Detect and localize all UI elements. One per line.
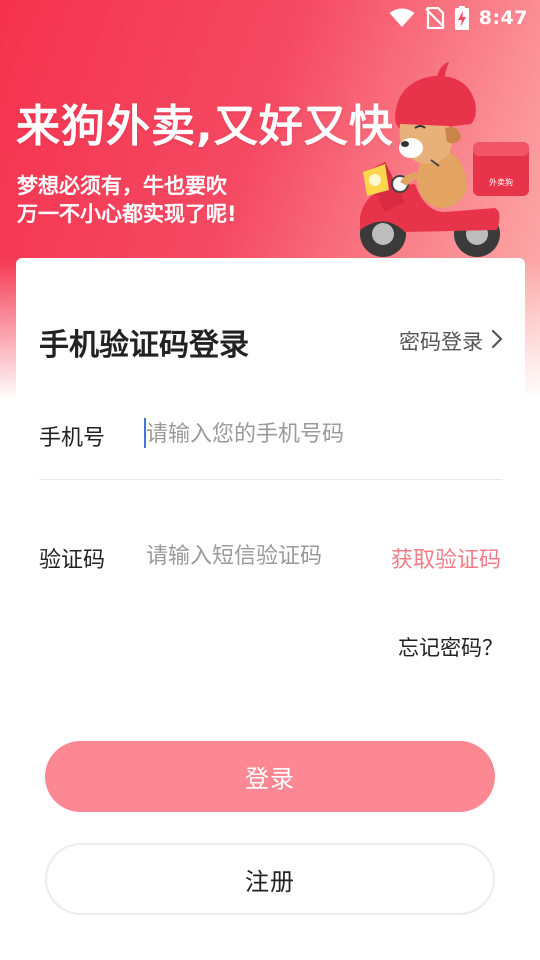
divider — [39, 479, 502, 480]
login-title: 手机验证码登录 — [39, 328, 249, 363]
wifi-icon — [389, 8, 415, 28]
slogan-line-1: 梦想必须有，牛也要吹 — [17, 174, 227, 198]
register-button[interactable]: 注册 — [45, 843, 495, 915]
delivery-dog-illustration: 外卖狗 — [345, 62, 535, 262]
slogan-subtitle: 梦想必须有，牛也要吹 万一不小心都实现了呢! — [17, 172, 237, 228]
password-login-label: 密码登录 — [399, 330, 483, 354]
phone-label: 手机号 — [39, 426, 106, 451]
status-icons: 8:47 — [389, 6, 528, 30]
code-label: 验证码 — [39, 548, 106, 573]
status-time: 8:47 — [478, 7, 528, 29]
login-screen: 8:47 来狗外卖,又好又快 梦想必须有，牛也要吹 万一不小心都实现了呢! 外卖… — [0, 0, 540, 960]
password-login-link[interactable]: 密码登录 — [399, 326, 503, 356]
login-card: 手机验证码登录 密码登录 手机号 验证码 获取验证码 忘记密码？ 登录 注册 — [16, 258, 525, 960]
chevron-right-icon — [491, 329, 503, 354]
get-code-button[interactable]: 获取验证码 — [391, 542, 501, 574]
battery-charging-icon — [454, 6, 469, 30]
login-button[interactable]: 登录 — [45, 741, 495, 812]
slogan-line-2: 万一不小心都实现了呢! — [17, 202, 237, 226]
phone-input[interactable] — [146, 418, 476, 450]
sms-code-input[interactable] — [146, 540, 366, 572]
no-sim-icon — [424, 7, 445, 29]
status-bar: 8:47 — [0, 0, 540, 36]
delivery-box-text: 外卖狗 — [489, 177, 513, 187]
slogan-title: 来狗外卖,又好又快 — [16, 101, 394, 152]
forgot-password-link[interactable]: 忘记密码？ — [398, 632, 503, 662]
